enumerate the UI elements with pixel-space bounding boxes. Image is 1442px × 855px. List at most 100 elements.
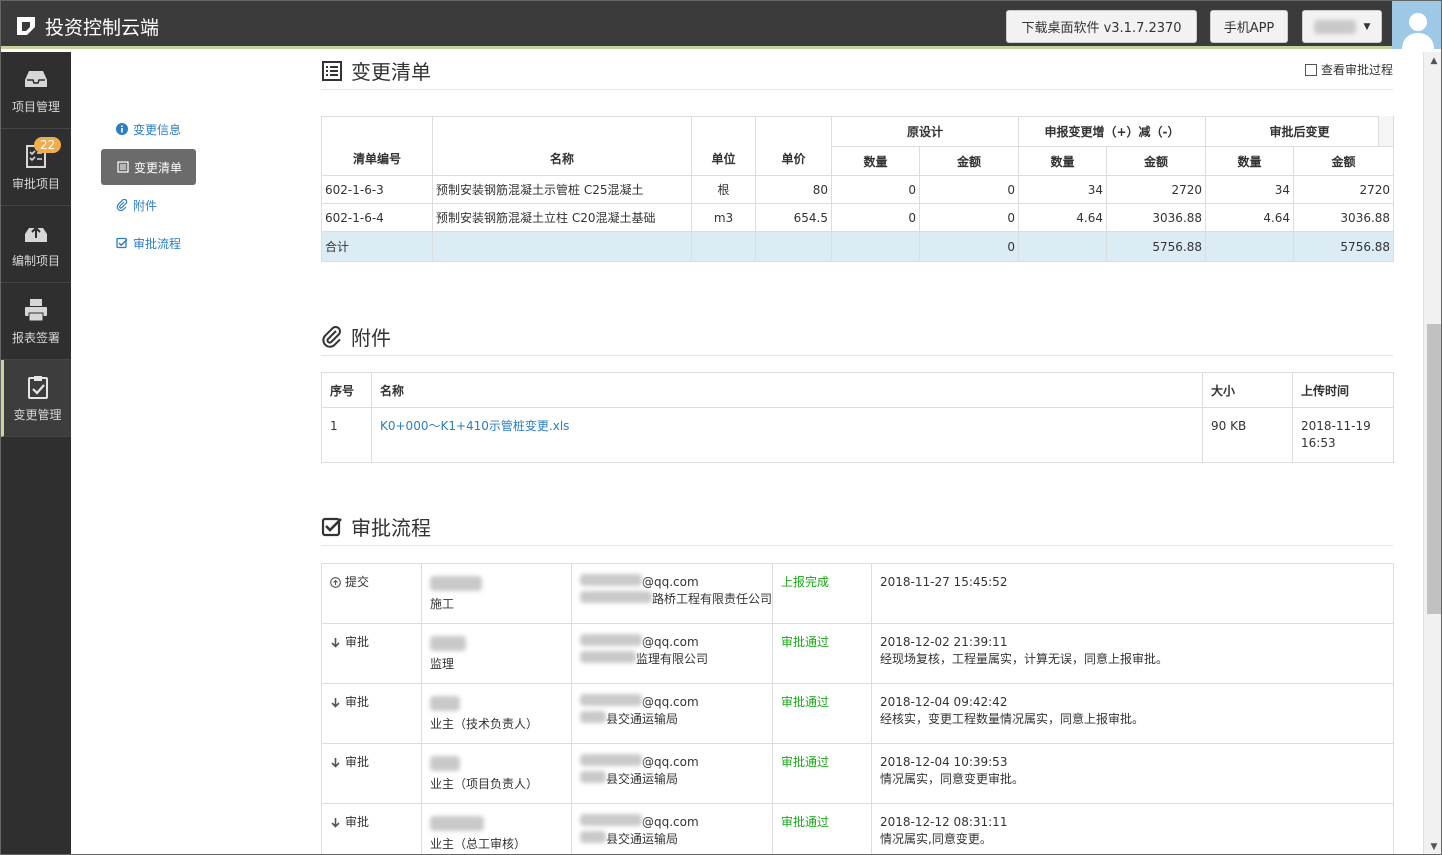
- table-row: 审批 业主（总工审核） @qq.com 县交通运输局 审批通过 2018-12-12 08…: [321, 803, 1394, 854]
- approval-flow-heading: 审批流程: [321, 508, 1393, 546]
- timestamp: 2018-12-04 10:39:53: [880, 755, 1008, 769]
- attachments-heading: 附件: [321, 318, 1393, 356]
- section-nav-change-info[interactable]: 变更信息: [101, 111, 196, 147]
- organization: 路桥工程有限责任公司: [652, 592, 773, 606]
- email-blurred: [580, 694, 642, 706]
- section-nav-attachments[interactable]: 附件: [101, 187, 196, 223]
- username-blurred: [1313, 19, 1356, 34]
- section-nav-change-list[interactable]: 变更清单: [101, 149, 196, 185]
- email-blurred: [580, 634, 642, 646]
- total-label: 合计: [321, 231, 433, 262]
- sidebar-item-edit-projects[interactable]: 编制项目: [1, 206, 71, 283]
- cell-contact: @qq.com 监理有限公司: [571, 623, 773, 684]
- cell-approved-amount: 3036.88: [1293, 203, 1395, 232]
- cell-approver: 施工: [421, 563, 572, 624]
- col-header-no: 序号: [321, 372, 372, 408]
- total-row: 合计 0 5756.88 5756.88: [321, 231, 1395, 262]
- total-orig-amount: 0: [918, 231, 1020, 262]
- approver-role: 业主（总工审核）: [430, 837, 527, 851]
- cell-approver: 业主（总工审核）: [421, 803, 572, 854]
- sidebar-item-approval-projects[interactable]: 22 审批项目: [1, 129, 71, 206]
- organization: 监理有限公司: [636, 652, 709, 666]
- organization: 县交通运输局: [606, 832, 679, 846]
- scroll-up-icon[interactable]: ▲: [1424, 52, 1441, 70]
- email-blurred: [580, 814, 642, 826]
- cell-approved-amount: 2720: [1293, 175, 1395, 204]
- col-header-name: 名称: [432, 116, 692, 176]
- email-blurred: [580, 754, 642, 766]
- mobile-app-button[interactable]: 手机APP: [1210, 10, 1288, 43]
- comment: 经核实，变更工程数量情况属实，同意上报审批。: [880, 712, 1145, 726]
- check-square-icon: [116, 237, 128, 249]
- col-header-approved-change: 审批后变更: [1205, 116, 1395, 147]
- sidebar-item-project-management[interactable]: 项目管理: [1, 52, 71, 129]
- table-row: 审批 业主（技术负责人） @qq.com 县交通运输局 审批通过 2018-12-04 0…: [321, 683, 1394, 744]
- org-blurred: [580, 651, 636, 663]
- cell-action: 审批: [321, 803, 422, 854]
- section-nav-label: 变更信息: [133, 122, 182, 137]
- cell-time-comment: 2018-12-02 21:39:11 经现场复核，工程量属实，计算无误，同意上报…: [871, 623, 1394, 684]
- section-nav: 变更信息 变更清单 附件 审批流程: [101, 111, 196, 263]
- printer-icon: [25, 298, 47, 321]
- cell-approved-qty: 34: [1205, 175, 1295, 204]
- section-nav-approval-flow[interactable]: 审批流程: [101, 225, 196, 261]
- logo[interactable]: 投资控制云端: [15, 13, 159, 39]
- col-header-code: 清单编号: [321, 116, 433, 176]
- download-desktop-button[interactable]: 下载桌面软件 v3.1.7.2370: [1006, 10, 1197, 43]
- sidebar-item-label: 变更管理: [13, 407, 62, 422]
- user-menu-button[interactable]: ▼: [1302, 10, 1382, 43]
- table-row: 审批 业主（项目负责人） @qq.com 县交通运输局 审批通过 2018-12-04 1…: [321, 743, 1394, 804]
- status-badge: 审批通过: [781, 695, 830, 709]
- avatar[interactable]: [1392, 1, 1441, 49]
- cell-approved-qty: 4.64: [1205, 203, 1295, 232]
- timestamp: 2018-12-12 08:31:11: [880, 815, 1008, 829]
- org-blurred: [580, 831, 606, 843]
- top-bar: 投资控制云端 下载桌面软件 v3.1.7.2370 手机APP ▼: [1, 1, 1441, 49]
- organization: 县交通运输局: [606, 772, 679, 786]
- logo-icon: [17, 17, 35, 35]
- table-row[interactable]: 602-1-6-4 预制安装钢筋混凝土立柱 C20混凝土基础 m3 654.5 …: [321, 203, 1395, 232]
- status-badge: 审批通过: [781, 815, 830, 829]
- sidebar-item-change-management[interactable]: 变更管理: [1, 360, 71, 437]
- cell-report-amount: 2720: [1106, 175, 1207, 204]
- section-nav-label: 变更清单: [134, 160, 183, 175]
- col-header-amount: 金额: [918, 146, 1020, 176]
- cell-approver: 业主（技术负责人）: [421, 683, 572, 744]
- table-header-scroll[interactable]: [1378, 116, 1393, 146]
- organization: 县交通运输局: [606, 712, 679, 726]
- approval-flow-table: 提交 施工 @qq.com 路桥工程有限责任公司 上报完成 2018-11-27 15:4…: [321, 563, 1394, 854]
- org-blurred: [580, 591, 652, 603]
- cell-status: 审批通过: [772, 683, 872, 744]
- cell-report-qty: 4.64: [1018, 203, 1108, 232]
- action-label: 提交: [345, 575, 370, 589]
- scroll-thumb[interactable]: [1427, 324, 1441, 614]
- info-icon: [116, 123, 128, 135]
- cell-price: 80: [755, 175, 832, 204]
- attachment-link[interactable]: K0+000～K1+410示管桩变更.xls: [380, 419, 569, 433]
- cell-orig-qty: 0: [831, 175, 920, 204]
- page-scrollbar[interactable]: ▲ ▼: [1423, 52, 1441, 854]
- list-icon: [117, 161, 129, 173]
- upload-icon: [25, 226, 47, 242]
- sidebar-item-label: 审批项目: [11, 176, 60, 191]
- status-badge: 审批通过: [781, 755, 830, 769]
- section-nav-label: 审批流程: [133, 236, 182, 251]
- email-domain: @qq.com: [642, 695, 699, 709]
- email-domain: @qq.com: [642, 815, 699, 829]
- approver-role: 业主（技术负责人）: [430, 717, 539, 731]
- table-row[interactable]: 602-1-6-3 预制安装钢筋混凝土示管桩 C25混凝土 根 80 0 0 3…: [321, 175, 1395, 204]
- cell-time-comment: 2018-12-04 10:39:53 情况属实，同意变更审批。: [871, 743, 1394, 804]
- cell-status: 审批通过: [772, 743, 872, 804]
- cell-price: 654.5: [755, 203, 832, 232]
- col-header-amount: 金额: [1106, 146, 1207, 176]
- cell-name: K0+000～K1+410示管桩变更.xls: [371, 407, 1203, 463]
- view-approval-process-toggle[interactable]: 查看审批过程: [1304, 61, 1393, 78]
- cell-empty: [755, 231, 832, 262]
- scroll-down-icon[interactable]: ▼: [1424, 838, 1441, 854]
- comment: 情况属实,同意变更。: [880, 832, 992, 846]
- col-header-qty: 数量: [831, 146, 920, 176]
- view-approval-process-checkbox[interactable]: [1304, 63, 1317, 76]
- sidebar-item-report-sign[interactable]: 报表签署: [1, 283, 71, 360]
- col-header-reported-change: 申报变更增（+）减（-）: [1018, 116, 1207, 147]
- org-blurred: [580, 711, 606, 723]
